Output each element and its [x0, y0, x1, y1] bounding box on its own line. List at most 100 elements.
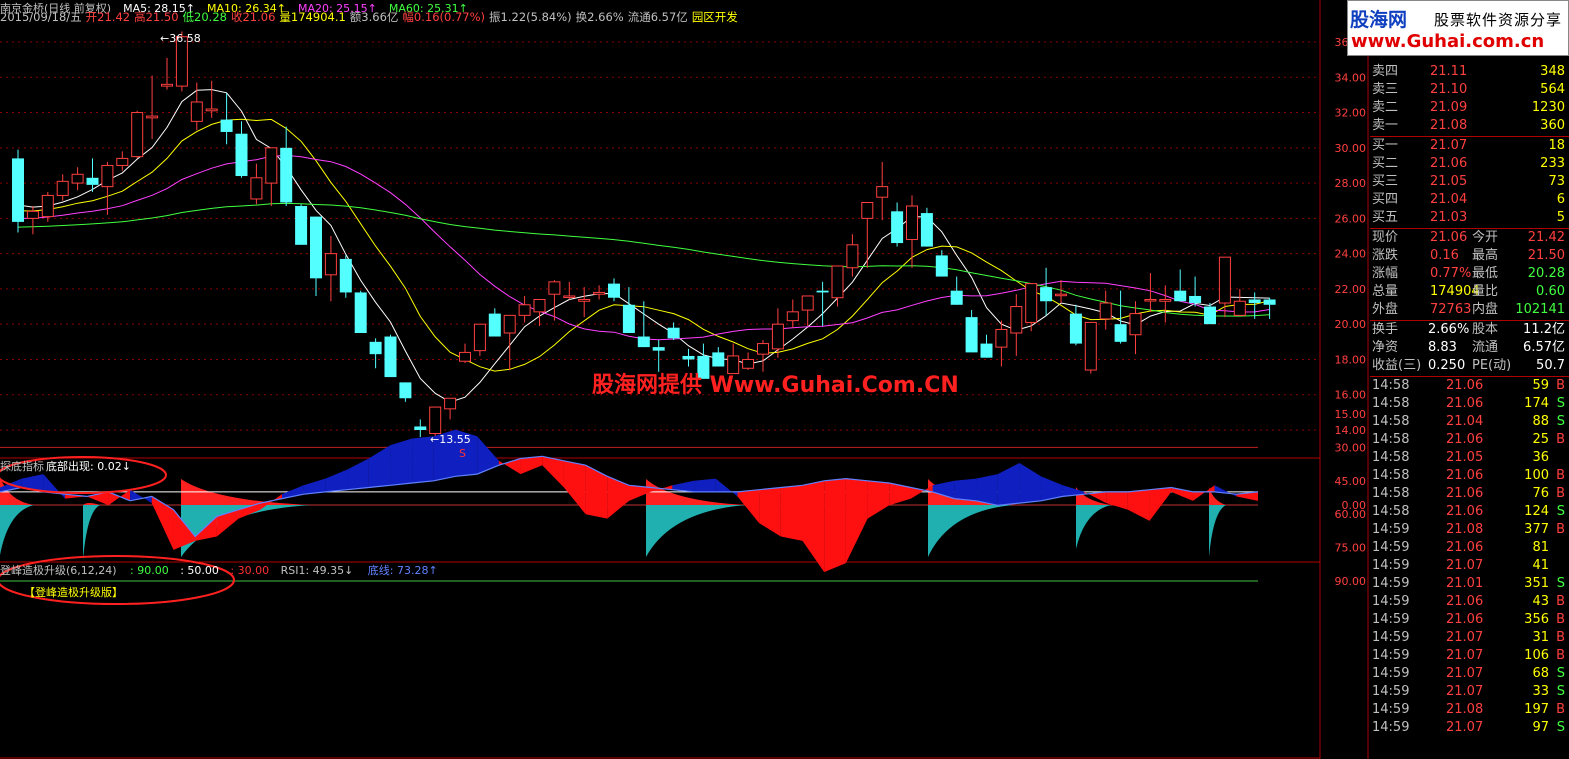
quote-row: 现价 21.06 今开 21.42 [1370, 229, 1569, 247]
candle-body [1084, 321, 1097, 371]
candle-body [593, 291, 606, 295]
level-price: 21.10 [1430, 82, 1468, 97]
tick-row: 14:59 21.08 197 B [1370, 701, 1569, 719]
tick-volume: 351 [1524, 576, 1549, 591]
tick-volume: 25 [1532, 432, 1549, 447]
moving-average-lines [17, 89, 1270, 403]
level-label: 卖三 [1372, 82, 1399, 97]
rsi-fill-segment [1127, 489, 1150, 521]
tick-time: 14:59 [1372, 702, 1410, 717]
candle-body [1040, 287, 1053, 302]
level-price: 21.08 [1430, 118, 1468, 133]
candle-body [876, 186, 889, 198]
tick-time: 14:59 [1372, 558, 1410, 573]
candle-body [518, 304, 531, 316]
level-price: 21.07 [1430, 138, 1468, 153]
candle-body [637, 336, 650, 348]
candle-body [1129, 313, 1142, 336]
tick-volume: 59 [1532, 378, 1549, 393]
quote-value: 0.16 [1430, 248, 1459, 263]
candle-body [369, 341, 382, 355]
rsi-fill-segment [325, 469, 348, 492]
candle-body [667, 327, 680, 339]
level-price: 21.09 [1430, 100, 1468, 115]
candle-body [1174, 290, 1187, 302]
tick-side: B [1556, 630, 1565, 645]
stats-row: 收益(三) 0.250 PE(动) 50.7 [1370, 357, 1569, 375]
rsi-fill-segment [1019, 462, 1042, 504]
tick-row: 14:58 21.06 100 B [1370, 467, 1569, 485]
tick-time: 14:58 [1372, 504, 1410, 519]
low-price-label: ←13.55 [430, 433, 471, 446]
candle-body [771, 323, 784, 350]
indicator1-title: 探底指标 [0, 459, 44, 473]
level-label: 买二 [1372, 156, 1399, 171]
candle-body [950, 290, 963, 305]
tick-time: 14:58 [1372, 450, 1410, 465]
candle-body [920, 213, 933, 247]
candle-body [1010, 306, 1023, 334]
candle-body [757, 343, 769, 355]
tick-price: 21.07 [1446, 648, 1484, 663]
indicator2-param: : 50.00 [180, 564, 219, 577]
rsi-fill-segment [997, 462, 1020, 506]
signal-spike-down [1209, 505, 1226, 557]
rsi-fill-segment [976, 474, 998, 506]
level-label: 卖一 [1372, 118, 1399, 133]
level-label: 买一 [1372, 138, 1399, 153]
indicator2-badge: 【登峰造极升级版】 [24, 585, 123, 599]
candle-body [459, 351, 471, 362]
tick-row: 14:58 21.06 25 B [1370, 431, 1569, 449]
tick-volume: 124 [1524, 504, 1549, 519]
rsi-fill-segment [1149, 487, 1172, 521]
candle-body [995, 328, 1008, 348]
candle-body [399, 382, 412, 399]
header-field: 振1.22(5.84%) [489, 10, 572, 24]
quote-value: 0.77% [1430, 266, 1472, 281]
price-axis-tick: 28.00 [1335, 177, 1367, 190]
quote-label: 最高 [1472, 248, 1499, 263]
tick-volume: 43 [1532, 594, 1549, 609]
quote-row: 涨跌 0.16 最高 21.50 [1370, 247, 1569, 265]
level-price: 21.04 [1430, 192, 1468, 207]
candle-body [26, 210, 39, 219]
candle-body [488, 313, 501, 337]
tick-price: 21.07 [1446, 720, 1484, 735]
tick-volume: 106 [1524, 648, 1549, 663]
tick-price: 21.04 [1446, 414, 1484, 429]
candle-body [414, 426, 427, 430]
tick-side: B [1556, 522, 1565, 537]
tick-row: 14:59 21.06 43 B [1370, 593, 1569, 611]
candle-body [1144, 298, 1157, 302]
candle-body [563, 295, 576, 298]
candle-body [801, 295, 814, 311]
indicator2-param: : 90.00 [130, 564, 169, 577]
tick-volume: 76 [1532, 486, 1549, 501]
tick-row: 14:59 21.07 31 B [1370, 629, 1569, 647]
tick-time: 14:59 [1372, 540, 1410, 555]
order-book-panel: 卖四 21.11 348 卖三 21.10 564 卖二 21.09 1230 卖一 21.08 36… [1370, 0, 1569, 759]
quote-label: 外盘 [1372, 302, 1399, 317]
indicator2-param: 底线: 73.28↑ [368, 563, 438, 577]
price-axis-tick: 14.00 [1335, 424, 1367, 437]
ma60-line [17, 202, 1270, 317]
level-volume: 360 [1540, 118, 1565, 133]
rsi-fill-segment [390, 438, 413, 486]
indicator2-param: RSI1: 49.35↓ [281, 564, 354, 577]
tick-volume: 68 [1532, 666, 1549, 681]
tick-side: S [1556, 504, 1565, 519]
indicator2-title: 登峰造极升级(6,12,24) [0, 563, 117, 577]
signal-spike-down [646, 505, 746, 557]
candle-body [473, 323, 486, 352]
tick-time: 14:59 [1372, 720, 1410, 735]
candle-body [235, 133, 248, 177]
candle-body [1099, 302, 1112, 320]
signal-spike-down [83, 505, 100, 560]
quote-label: 最低 [1472, 266, 1499, 281]
candle-body [861, 201, 874, 219]
candle-body [116, 157, 129, 166]
candle-body [205, 108, 218, 112]
stat-label: 收益(三) [1372, 358, 1422, 373]
tick-row: 14:59 21.06 356 B [1370, 611, 1569, 629]
header-field: 流通6.57亿 [627, 10, 688, 24]
